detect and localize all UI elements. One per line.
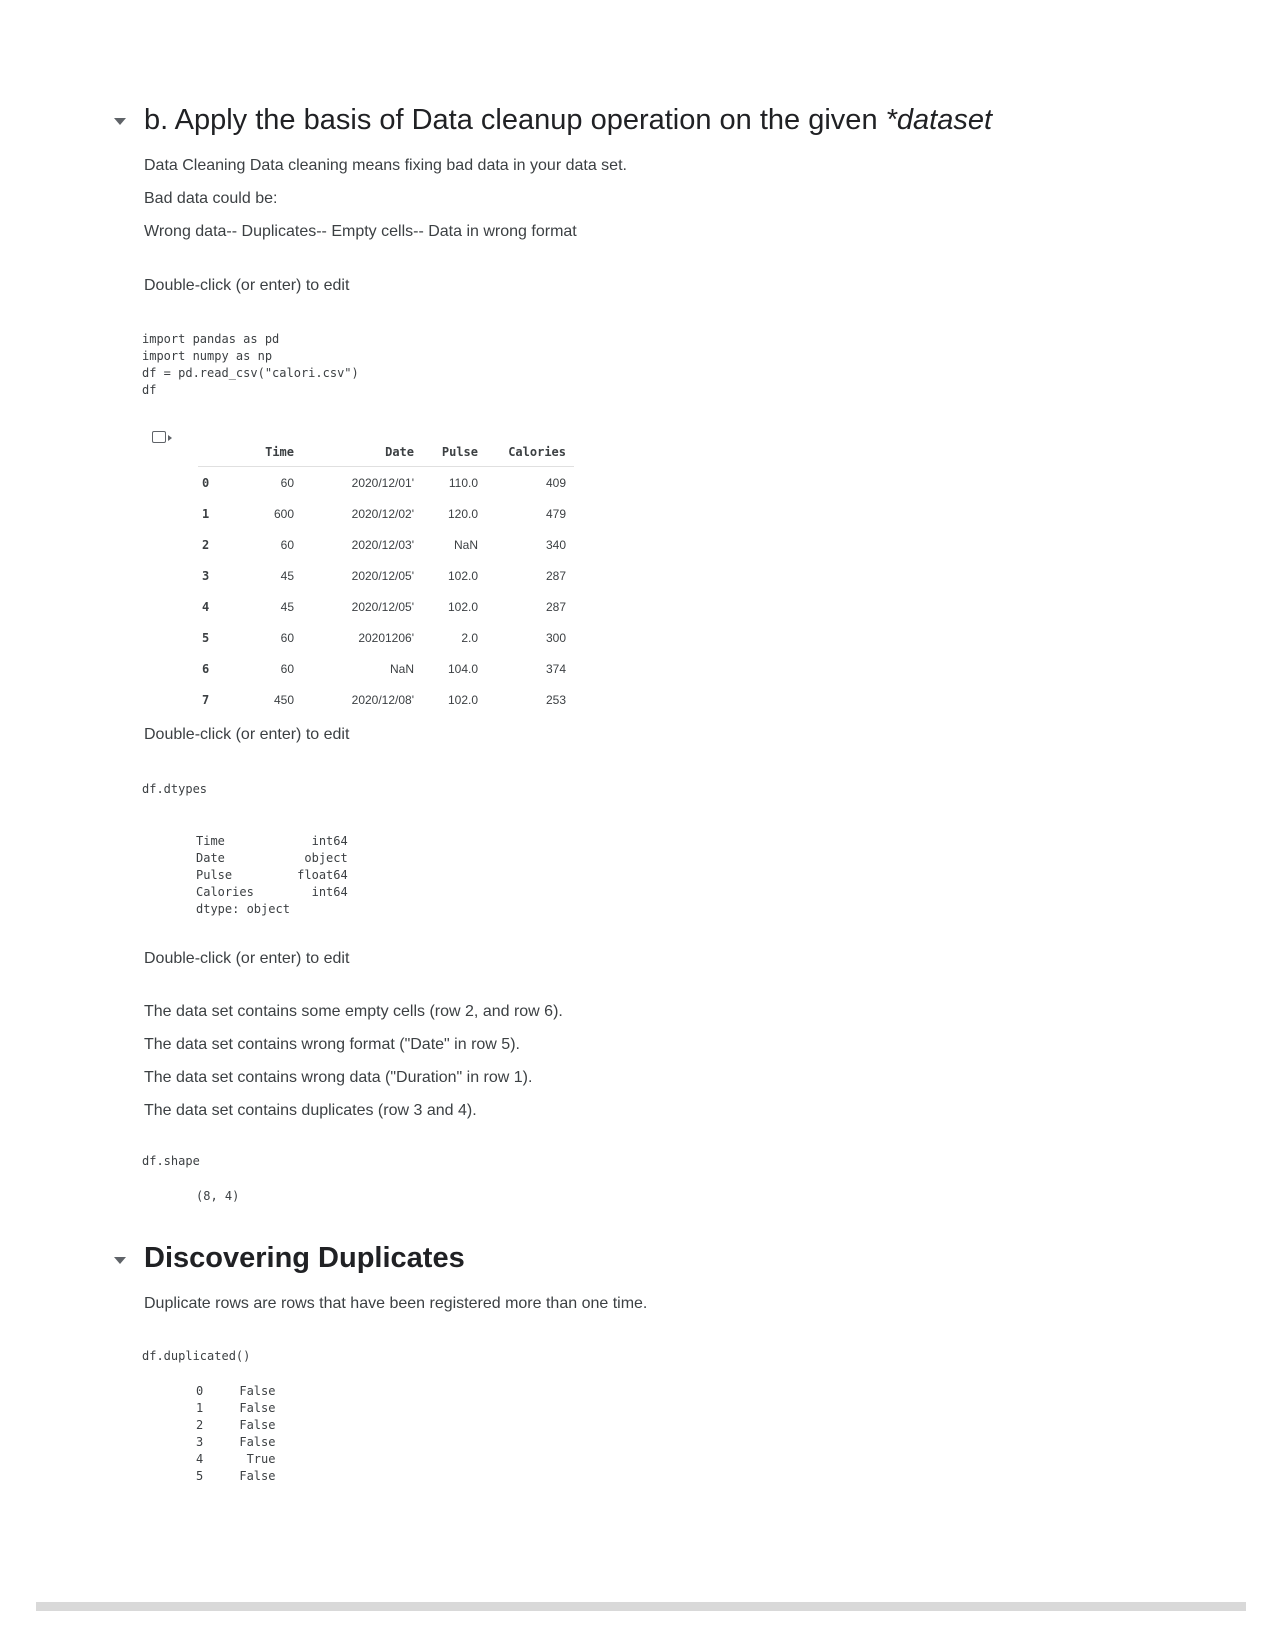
section-heading-text: b. Apply the basis of Data cleanup opera… [144, 104, 886, 136]
table-cell: 2020/12/05' [351, 568, 414, 583]
note-paragraph: The data set contains wrong format ("Dat… [144, 1036, 520, 1053]
dtypes-output: Time int64 Date object Pulse float64 Cal… [196, 834, 348, 916]
table-cell: 110.0 [448, 475, 478, 490]
table-cell: 600 [273, 506, 294, 521]
markdown-paragraph: Wrong data-- Duplicates-- Empty cells-- … [144, 223, 577, 240]
section-heading-duplicates: Discovering Duplicates [144, 1242, 465, 1274]
code-cell-shape[interactable]: df.shape [142, 1153, 200, 1170]
table-header-cell: Calories [486, 438, 574, 467]
row-index: 4 [202, 599, 210, 614]
table-cell: 450 [273, 692, 294, 707]
table-header-cell: Date [302, 438, 422, 467]
row-index: 2 [202, 537, 210, 552]
table-cell: 60 [280, 630, 294, 645]
table-cell: 2.0 [461, 630, 478, 645]
table-row: 5 60 20201206' 2.0 300 [198, 622, 574, 653]
table-cell: 60 [280, 661, 294, 676]
table-cell: 2020/12/03' [351, 537, 414, 552]
note-paragraph: The data set contains some empty cells (… [144, 1003, 563, 1020]
row-index: 7 [202, 692, 210, 707]
collapse-section-toggle-icon[interactable] [114, 1257, 126, 1264]
table-header-cell [198, 438, 236, 467]
table-row: 1 600 2020/12/02' 120.0 479 [198, 498, 574, 529]
table-header-cell: Time [236, 438, 302, 467]
edit-hint[interactable]: Double-click (or enter) to edit [144, 277, 349, 295]
dataframe-output-table: Time Date Pulse Calories 0 60 2020/12/01' 1… [198, 438, 574, 715]
edit-hint[interactable]: Double-click (or enter) to edit [144, 726, 349, 744]
collapse-section-toggle-icon[interactable] [114, 118, 126, 125]
table-cell: NaN [389, 661, 414, 676]
edit-hint[interactable]: Double-click (or enter) to edit [144, 950, 349, 968]
table-row: 0 60 2020/12/01' 110.0 409 [198, 467, 574, 499]
table-cell: 102.0 [447, 568, 478, 583]
table-row: 4 45 2020/12/05' 102.0 287 [198, 591, 574, 622]
code-cell-dtypes[interactable]: df.dtypes [142, 781, 207, 798]
note-paragraph: The data set contains duplicates (row 3 … [144, 1102, 477, 1119]
code-cell-duplicated[interactable]: df.duplicated() [142, 1348, 250, 1365]
section-heading: b. Apply the basis of Data cleanup opera… [144, 104, 992, 137]
markdown-paragraph: Data Cleaning Data cleaning means fixing… [144, 157, 627, 174]
duplicated-output: 0 False 1 False 2 False 3 False 4 True 5… [196, 1384, 276, 1483]
table-cell: 2020/12/08' [351, 692, 414, 707]
horizontal-scrollbar[interactable] [36, 1602, 1246, 1611]
table-cell: 20201206' [358, 630, 414, 645]
code-cell-read-csv[interactable]: import pandas as pd import numpy as np d… [142, 331, 359, 399]
table-cell: 102.0 [447, 692, 478, 707]
row-index: 5 [202, 630, 210, 645]
row-index: 3 [202, 568, 210, 583]
section-heading-italic: *dataset [885, 104, 993, 136]
table-header-row: Time Date Pulse Calories [198, 438, 574, 467]
table-cell: 104.0 [447, 661, 478, 676]
shape-output: (8, 4) [196, 1189, 240, 1203]
table-cell: 340 [545, 537, 566, 552]
table-cell: 374 [545, 661, 566, 676]
row-index: 1 [202, 506, 210, 521]
table-cell: NaN [453, 537, 478, 552]
markdown-paragraph: Bad data could be: [144, 190, 278, 207]
table-row: 6 60 NaN 104.0 374 [198, 653, 574, 684]
table-header-cell: Pulse [422, 438, 486, 467]
table-cell: 287 [545, 599, 566, 614]
markdown-paragraph: Duplicate rows are rows that have been r… [144, 1295, 648, 1312]
table-cell: 102.0 [447, 599, 478, 614]
row-index: 6 [202, 661, 210, 676]
table-row: 7 450 2020/12/08' 102.0 253 [198, 684, 574, 715]
table-cell: 479 [545, 506, 566, 521]
table-cell: 2020/12/01' [351, 475, 414, 490]
table-cell: 120.0 [447, 506, 478, 521]
row-index: 0 [202, 475, 210, 490]
table-cell: 60 [280, 537, 294, 552]
table-cell: 409 [545, 475, 566, 490]
table-cell: 300 [545, 630, 566, 645]
note-paragraph: The data set contains wrong data ("Durat… [144, 1069, 533, 1086]
table-row: 3 45 2020/12/05' 102.0 287 [198, 560, 574, 591]
table-cell: 287 [545, 568, 566, 583]
table-cell: 60 [280, 475, 294, 490]
table-cell: 45 [280, 599, 294, 614]
table-cell: 2020/12/02' [351, 506, 414, 521]
table-cell: 45 [280, 568, 294, 583]
output-menu-icon[interactable] [152, 431, 172, 443]
table-cell: 253 [545, 692, 566, 707]
table-row: 2 60 2020/12/03' NaN 340 [198, 529, 574, 560]
table-cell: 2020/12/05' [351, 599, 414, 614]
